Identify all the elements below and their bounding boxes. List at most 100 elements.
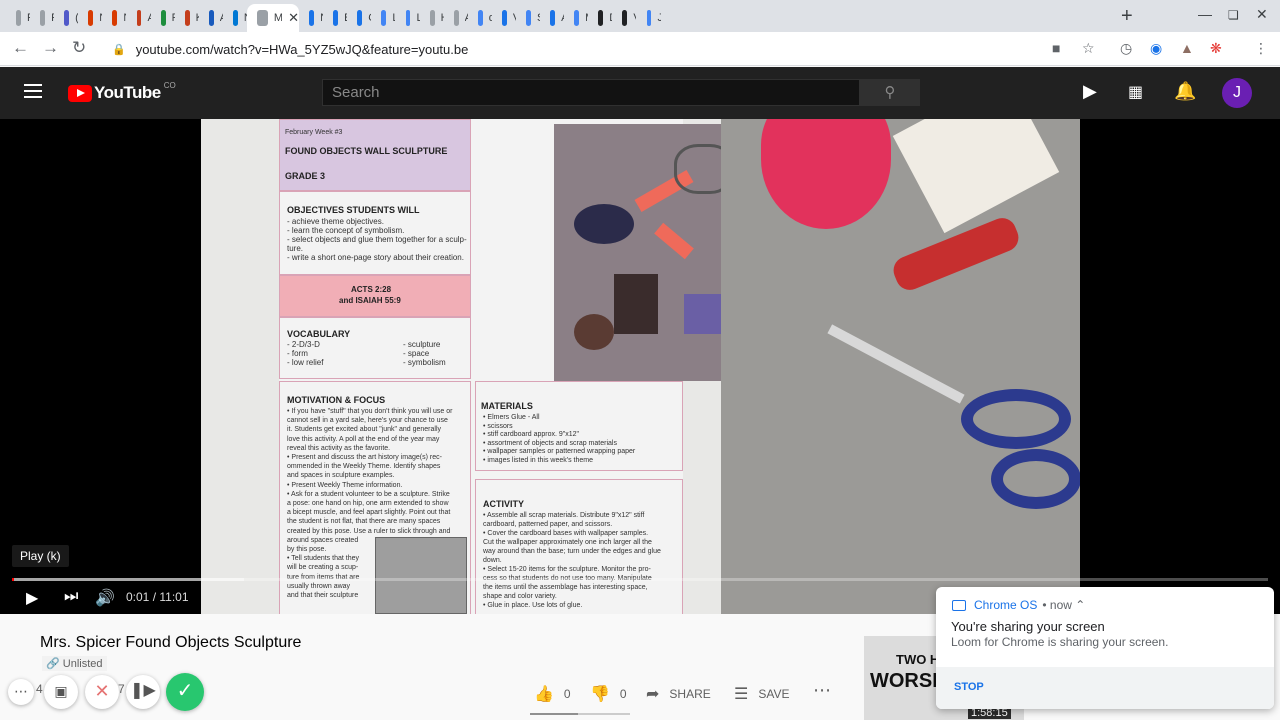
extension-loom-icon[interactable]: ❋ [1210, 40, 1222, 57]
browser-tab[interactable]: A [127, 4, 151, 32]
sheet-line: by this pose. [287, 546, 327, 553]
avatar[interactable]: J [1222, 78, 1252, 108]
browser-tab[interactable]: ( [54, 4, 78, 32]
tab-close-icon[interactable]: ✕ [288, 10, 299, 26]
dislike-button[interactable]: 👎 0 [590, 684, 627, 704]
vocabulary-term: - 2-D/3-D [287, 340, 320, 349]
browser-tab[interactable]: M ✕ [247, 4, 299, 32]
browser-tab[interactable]: F [151, 4, 175, 32]
bookmark-star-icon[interactable]: ☆ [1082, 40, 1095, 57]
tab-favicon-icon [622, 10, 628, 26]
sheet-grade: GRADE 3 [285, 171, 326, 181]
activity-heading: ACTIVITY [483, 499, 525, 509]
search-input[interactable]: Search [322, 79, 860, 106]
browser-tab[interactable]: C [347, 4, 371, 32]
extension-speed-icon[interactable]: ◷ [1120, 40, 1132, 57]
browser-tab[interactable]: N [78, 4, 102, 32]
sheet-line: it. Students get excited about "junk" an… [287, 426, 442, 434]
create-video-icon[interactable]: ▶ [1083, 81, 1097, 102]
camera-toggle-icon: ▣ [54, 683, 68, 699]
loom-pause-button[interactable]: ❚▶ [126, 675, 160, 709]
volume-button[interactable]: 🔊 [95, 588, 115, 608]
browser-tab[interactable]: N [223, 4, 247, 32]
browser-tab[interactable]: M [564, 4, 588, 32]
menu-icon[interactable] [24, 84, 42, 98]
camera-icon[interactable]: ■ [1052, 40, 1060, 56]
browser-tab[interactable]: K [175, 4, 199, 32]
tab-favicon-icon [357, 10, 363, 26]
more-actions-button[interactable]: ⋯ [813, 680, 831, 701]
sheet-line: the student is not flat, that there are … [287, 518, 441, 526]
lock-icon: 🔒 [112, 43, 126, 56]
loom-cancel-button[interactable]: ✕ [85, 675, 119, 709]
browser-tab[interactable]: L [371, 4, 395, 32]
screen-share-notification[interactable]: Chrome OS • now ⌃ You're sharing your sc… [936, 587, 1274, 709]
tab-favicon-icon [501, 10, 507, 26]
loom-camera-button[interactable]: ▣ [44, 675, 78, 709]
browser-tab[interactable]: A [540, 4, 564, 32]
link-icon: 🔗 [46, 658, 60, 670]
tab-favicon-icon [16, 10, 21, 26]
scripture-line: and ISAIAH 55:9 [339, 296, 401, 305]
save-button[interactable]: ☰ SAVE [734, 684, 789, 704]
browser-tab[interactable]: V [612, 4, 636, 32]
youtube-logo[interactable]: YouTube CO [68, 81, 176, 103]
loom-finish-button[interactable]: ✓ [166, 673, 204, 711]
new-tab-button[interactable]: + [1121, 5, 1133, 28]
reload-icon[interactable]: ↻ [72, 38, 86, 58]
browser-tab[interactable]: L [396, 4, 420, 32]
tab-favicon-icon [405, 10, 411, 26]
tab-favicon-icon [429, 10, 435, 26]
objectives-heading: OBJECTIVES STUDENTS WILL [287, 205, 420, 215]
sheet-line: down. [483, 557, 502, 564]
sheet-line: reveal this activity as the favorite. [287, 444, 391, 452]
browser-tab[interactable]: A [199, 4, 223, 32]
share-button[interactable]: ➦ SHARE [646, 684, 711, 704]
forward-icon[interactable]: → [42, 38, 59, 58]
browser-tab[interactable]: A [444, 4, 468, 32]
sheet-line: • If you have "stuff" that you don't thi… [287, 408, 453, 415]
close-window-icon[interactable]: ✕ [1256, 6, 1268, 23]
progress-bar[interactable] [12, 578, 1268, 581]
search-button[interactable]: ⚲ [860, 79, 920, 106]
notifications-bell-icon[interactable]: 🔔 [1174, 81, 1196, 102]
browser-tab[interactable]: R [6, 4, 30, 32]
browser-tab[interactable]: H [420, 4, 444, 32]
browser-tab[interactable]: V [492, 4, 516, 32]
browser-tab[interactable]: D [588, 4, 612, 32]
browser-tab[interactable]: N [102, 4, 126, 32]
url-text[interactable]: youtube.com/watch?v=HWa_5YZ5wJQ&feature=… [136, 42, 469, 57]
minimize-icon[interactable]: — [1198, 6, 1212, 22]
lesson-sheet: February Week #3 FOUND OBJECTS WALL SCUL… [201, 119, 756, 614]
restore-window-icon[interactable]: ❏ [1228, 8, 1239, 22]
address-bar[interactable]: 🔒 youtube.com/watch?v=HWa_5YZ5wJQ&featur… [104, 36, 1114, 62]
browser-tab[interactable]: S [516, 4, 540, 32]
pause-icon: ❚▶ [130, 682, 156, 699]
play-button[interactable]: ▶ [26, 588, 38, 608]
tab-favicon-icon [646, 10, 652, 26]
sheet-line: and spaces in sculpture examples. [287, 472, 395, 480]
sheet-line: • Tell students that they [287, 555, 359, 563]
like-button[interactable]: 👍 0 [534, 684, 571, 704]
sheet-week: February Week #3 [285, 129, 343, 136]
youtube-play-logo-icon [68, 84, 92, 102]
browser-tab[interactable]: d [468, 4, 492, 32]
tab-favicon-icon [453, 10, 459, 26]
browser-tab[interactable]: R [30, 4, 54, 32]
vocabulary-term: - symbolism [403, 358, 446, 367]
extension-globe-icon[interactable]: ◉ [1150, 40, 1162, 57]
apps-grid-icon[interactable]: ▦ [1128, 82, 1143, 102]
tab-favicon-icon [136, 10, 142, 26]
back-icon[interactable]: ← [12, 38, 29, 58]
like-ratio-bar [530, 713, 630, 715]
extension-squirrel-icon[interactable]: ▲ [1180, 40, 1194, 56]
stop-sharing-button[interactable]: STOP [954, 681, 984, 693]
browser-tab[interactable]: E [323, 4, 347, 32]
browser-menu-icon[interactable]: ⋮ [1254, 40, 1268, 57]
browser-tab[interactable]: N [299, 4, 323, 32]
video-player[interactable]: February Week #3 FOUND OBJECTS WALL SCUL… [0, 119, 1280, 614]
loom-more-button[interactable]: ⋯ [8, 679, 34, 705]
tab-favicon-icon [112, 10, 118, 26]
next-button[interactable]: ⏭ [64, 588, 78, 606]
browser-tab[interactable]: J [637, 4, 661, 32]
